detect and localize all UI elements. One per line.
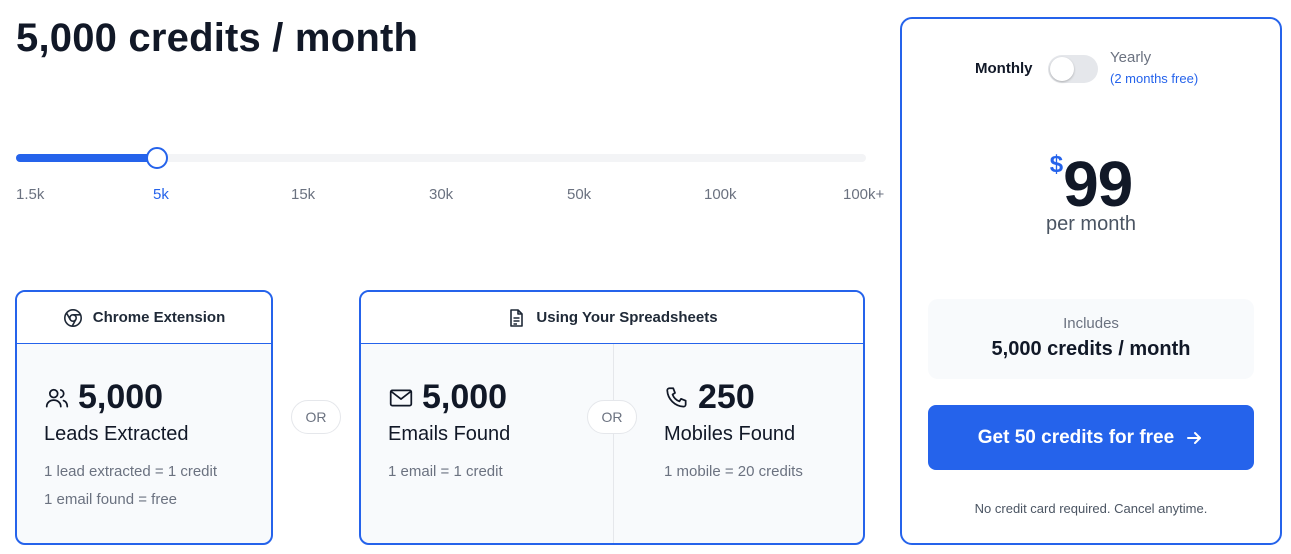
fine-print: No credit card required. Cancel anytime.: [974, 501, 1208, 516]
mobiles-note: 1 mobile = 20 credits: [664, 463, 803, 480]
card-title: Chrome Extension: [92, 309, 226, 326]
price: $99: [902, 147, 1280, 221]
mail-icon: [388, 385, 414, 411]
emails-label: Emails Found: [388, 423, 511, 445]
tick-label[interactable]: 100k+: [843, 186, 884, 203]
chrome-icon: [63, 308, 83, 328]
mobiles-label: Mobiles Found: [664, 423, 796, 445]
chrome-extension-card: Chrome Extension 5,000 Leads Extracted 1…: [15, 290, 273, 545]
get-free-credits-button[interactable]: Get 50 credits for free: [928, 405, 1254, 470]
billing-toggle[interactable]: [1048, 55, 1098, 83]
mobiles-value: 250: [698, 378, 755, 416]
credit-slider[interactable]: [16, 146, 866, 170]
billing-toggle-row: Monthly Yearly (2 months free): [902, 47, 1280, 91]
cta-label: Get 50 credits for free: [977, 426, 1175, 448]
arrow-right-icon: [1184, 428, 1204, 448]
email-free-note: 1 email found = free: [44, 491, 178, 508]
cell-divider: [613, 344, 614, 543]
tick-label[interactable]: 100k: [704, 186, 737, 203]
price-amount: 99: [1063, 148, 1133, 220]
slider-fill: [16, 154, 156, 162]
phone-icon: [664, 385, 690, 411]
or-separator: OR: [291, 400, 341, 434]
toggle-knob: [1050, 57, 1074, 81]
page-title: 5,000 credits / month: [16, 16, 419, 60]
or-separator: OR: [587, 400, 637, 434]
yearly-discount-note: (2 months free): [1110, 71, 1199, 86]
slider-ticks: 1.5k 5k 15k 30k 50k 100k 100k+: [16, 186, 916, 206]
includes-label: Includes: [1063, 315, 1119, 332]
tick-label[interactable]: 30k: [429, 186, 453, 203]
includes-box: Includes 5,000 credits / month: [928, 299, 1254, 379]
leads-value: 5,000: [78, 378, 164, 416]
document-icon: [506, 308, 526, 328]
slider-thumb[interactable]: [146, 147, 168, 169]
tick-label[interactable]: 50k: [567, 186, 591, 203]
currency-symbol: $: [1049, 151, 1064, 178]
price-period: per month: [1045, 213, 1137, 235]
leads-note: 1 lead extracted = 1 credit: [44, 463, 218, 480]
users-icon: [44, 385, 70, 411]
yearly-label[interactable]: Yearly: [1110, 49, 1151, 66]
tick-label[interactable]: 15k: [291, 186, 315, 203]
monthly-label[interactable]: Monthly: [975, 60, 1033, 77]
card-header: Using Your Spreadsheets: [361, 292, 863, 344]
tick-label-selected[interactable]: 5k: [153, 186, 169, 203]
card-title: Using Your Spreadsheets: [536, 309, 718, 326]
card-header: Chrome Extension: [17, 292, 271, 344]
includes-value: 5,000 credits / month: [991, 338, 1191, 360]
emails-value: 5,000: [422, 378, 508, 416]
emails-note: 1 email = 1 credit: [388, 463, 503, 480]
leads-label: Leads Extracted: [44, 423, 189, 445]
tick-label[interactable]: 1.5k: [16, 186, 44, 203]
pricing-panel: Monthly Yearly (2 months free) $99 per m…: [900, 17, 1282, 545]
